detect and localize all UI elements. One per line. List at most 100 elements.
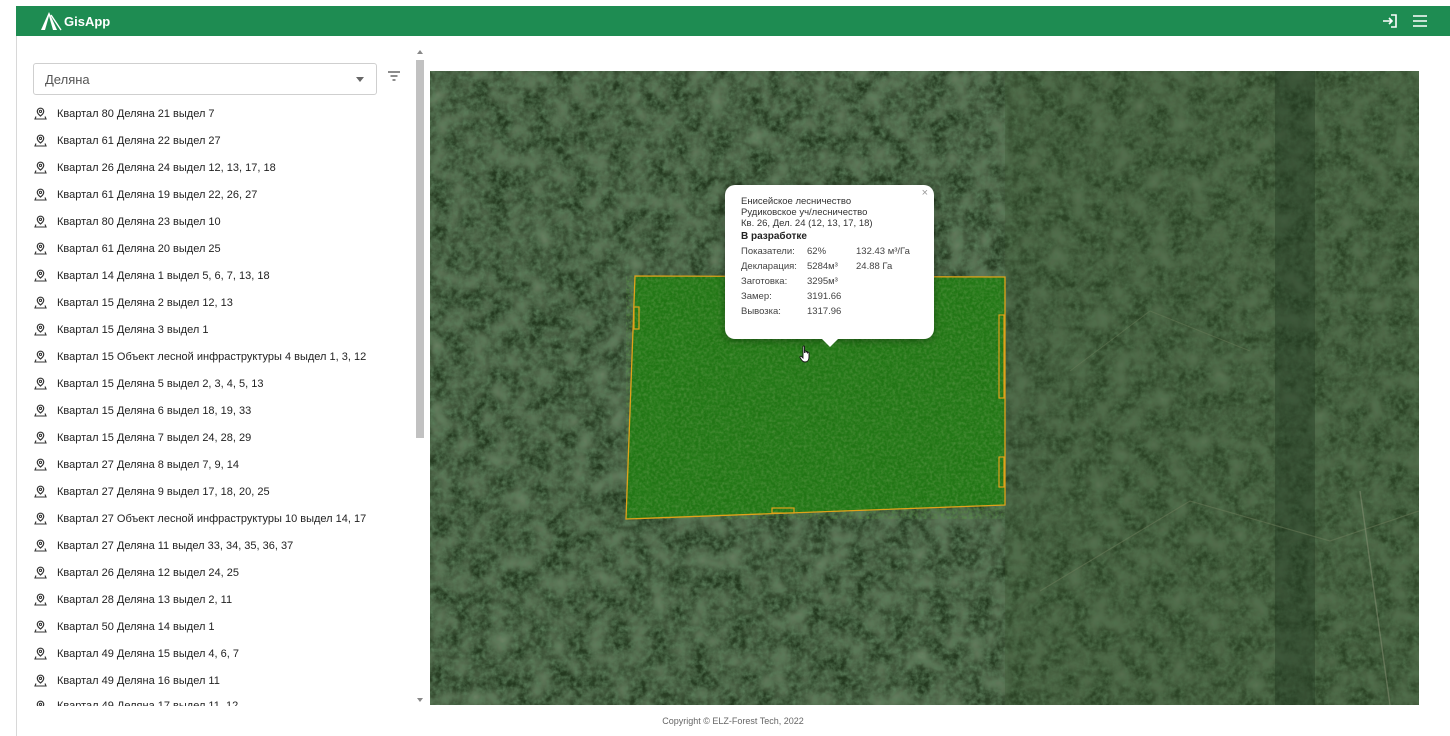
list-item[interactable]: Квартал 15 Объект лесной инфраструктуры … — [32, 343, 412, 370]
menu-icon[interactable] — [1410, 11, 1430, 31]
list-item-label: Квартал 14 Деляна 1 выдел 5, 6, 7, 13, 1… — [57, 269, 270, 282]
list-item-label: Квартал 27 Деляна 9 выдел 17, 18, 20, 25 — [57, 485, 270, 498]
plot-pin-icon — [34, 377, 47, 390]
plot-pin-icon — [34, 458, 47, 471]
plot-pin-icon — [34, 215, 47, 228]
plot-pin-icon — [34, 512, 47, 525]
satellite-imagery — [430, 71, 1419, 705]
list-item[interactable]: Квартал 49 Деляна 17 выдел 11, 12 — [32, 694, 412, 706]
plot-pin-icon — [34, 188, 47, 201]
plot-pin-icon — [34, 161, 47, 174]
list-item-label: Квартал 49 Деляна 16 выдел 11 — [57, 674, 220, 687]
metric-label: Заготовка: — [741, 276, 788, 287]
popup-metrics: Показатели: 62% 132.43 м³/Га Декларация: 528… — [741, 246, 918, 321]
list-item[interactable]: Квартал 61 Деляна 20 выдел 25 — [32, 235, 412, 262]
metric-value: 3191.66 — [807, 291, 842, 302]
plot-pin-icon — [34, 350, 47, 363]
list-item-label: Квартал 27 Объект лесной инфраструктуры … — [57, 512, 367, 525]
plot-pin-icon — [34, 269, 47, 282]
plot-pin-icon — [34, 620, 47, 633]
metric-value: 3295м³ — [807, 276, 838, 287]
plot-pin-icon — [34, 674, 47, 687]
plot-pin-icon — [34, 566, 47, 579]
metric-value — [856, 306, 918, 321]
list-item[interactable]: Квартал 15 Деляна 3 выдел 1 — [32, 316, 412, 343]
list-item[interactable]: Квартал 61 Деляна 22 выдел 27 — [32, 127, 412, 154]
list-item-label: Квартал 80 Деляна 23 выдел 10 — [57, 215, 221, 228]
list-item[interactable]: Квартал 15 Деляна 2 выдел 12, 13 — [32, 289, 412, 316]
list-item-label: Квартал 15 Деляна 6 выдел 18, 19, 33 — [57, 404, 252, 417]
list-item-label: Квартал 15 Деляна 3 выдел 1 — [57, 323, 209, 336]
list-item-label: Квартал 61 Деляна 22 выдел 27 — [57, 134, 221, 147]
list-item-label: Квартал 15 Деляна 7 выдел 24, 28, 29 — [57, 431, 252, 444]
plot-pin-icon — [34, 404, 47, 417]
list-item[interactable]: Квартал 15 Деляна 5 выдел 2, 3, 4, 5, 13 — [32, 370, 412, 397]
plot-type-select[interactable]: Деляна — [33, 63, 377, 95]
popup-plot-ref: Кв. 26, Дел. 24 (12, 13, 17, 18) — [741, 218, 873, 229]
select-value: Деляна — [45, 72, 90, 87]
list-item-label: Квартал 80 Деляна 21 выдел 7 — [57, 107, 215, 120]
list-item[interactable]: Квартал 27 Деляна 11 выдел 33, 34, 35, 3… — [32, 532, 412, 559]
popup-metric-row: Декларация: 5284м³ 24.88 Га — [741, 261, 918, 276]
list-item-label: Квартал 49 Деляна 17 выдел 11, 12 — [57, 700, 239, 706]
list-item[interactable]: Квартал 15 Деляна 6 выдел 18, 19, 33 — [32, 397, 412, 424]
metric-label: Декларация: — [741, 261, 797, 272]
metric-value: 24.88 Га — [856, 261, 893, 272]
list-item[interactable]: Квартал 61 Деляна 19 выдел 22, 26, 27 — [32, 181, 412, 208]
list-item[interactable]: Квартал 14 Деляна 1 выдел 5, 6, 7, 13, 1… — [32, 262, 412, 289]
plot-info-popup: × Енисейское лесничество Рудиковское уч/… — [725, 185, 934, 347]
list-item[interactable]: Квартал 80 Деляна 21 выдел 7 — [32, 100, 412, 127]
list-item-label: Квартал 15 Объект лесной инфраструктуры … — [57, 350, 367, 363]
list-item[interactable]: Квартал 50 Деляна 14 выдел 1 — [32, 613, 412, 640]
scroll-down-icon[interactable] — [417, 698, 423, 702]
metric-value — [856, 291, 918, 306]
plot-pin-icon — [34, 134, 47, 147]
plot-pin-icon — [34, 539, 47, 552]
footer-copyright: Copyright © ELZ-Forest Tech, 2022 — [662, 716, 804, 726]
list-item-label: Квартал 28 Деляна 13 выдел 2, 11 — [57, 593, 233, 606]
list-item[interactable]: Квартал 26 Деляна 12 выдел 24, 25 — [32, 559, 412, 586]
popup-metric-row: Вывозка: 1317.96 — [741, 306, 918, 321]
plot-pin-icon — [34, 107, 47, 120]
list-item[interactable]: Квартал 15 Деляна 7 выдел 24, 28, 29 — [32, 424, 412, 451]
metric-label: Замер: — [741, 291, 772, 302]
list-item[interactable]: Квартал 49 Деляна 15 выдел 4, 6, 7 — [32, 640, 412, 667]
list-item[interactable]: Квартал 27 Объект лесной инфраструктуры … — [32, 505, 412, 532]
list-item-label: Квартал 49 Деляна 15 выдел 4, 6, 7 — [57, 647, 240, 660]
filter-icon[interactable] — [386, 68, 402, 84]
list-item[interactable]: Квартал 27 Деляна 9 выдел 17, 18, 20, 25 — [32, 478, 412, 505]
popup-metric-row: Заготовка: 3295м³ — [741, 276, 918, 291]
popup-pointer — [821, 338, 839, 347]
popup-metric-row: Показатели: 62% 132.43 м³/Га — [741, 246, 918, 261]
app-name: GisApp — [64, 13, 111, 29]
metric-label: Показатели: — [741, 246, 795, 257]
list-item[interactable]: Квартал 26 Деляна 24 выдел 12, 13, 17, 1… — [32, 154, 412, 181]
list-item[interactable]: Квартал 27 Деляна 8 выдел 7, 9, 14 — [32, 451, 412, 478]
chevron-down-icon — [356, 77, 364, 82]
plot-list: Квартал 80 Деляна 21 выдел 7 Квартал 61 Д… — [32, 100, 412, 706]
list-item[interactable]: Квартал 28 Деляна 13 выдел 2, 11 — [32, 586, 412, 613]
sidebar: Деляна Квартал 80 Деляна 21 выдел 7 Кварт… — [16, 48, 426, 706]
list-item[interactable]: Квартал 49 Деляна 16 выдел 11 — [32, 667, 412, 694]
popup-district: Рудиковское уч/лесничество — [741, 207, 868, 218]
login-icon[interactable] — [1380, 11, 1400, 31]
app-logo[interactable]: GisApp — [40, 10, 110, 32]
close-icon[interactable]: × — [922, 188, 928, 199]
metric-value — [856, 276, 918, 291]
metric-value: 132.43 м³/Га — [856, 246, 910, 257]
plot-pin-icon — [34, 647, 47, 660]
metric-label: Вывозка: — [741, 306, 781, 317]
metric-value: 5284м³ — [807, 261, 838, 272]
sidebar-scrollbar[interactable] — [414, 48, 426, 706]
plot-pin-icon — [34, 593, 47, 606]
metric-value: 1317.96 — [807, 306, 842, 317]
list-item-label: Квартал 26 Деляна 24 выдел 12, 13, 17, 1… — [57, 161, 276, 174]
map-view[interactable] — [430, 71, 1419, 705]
plot-pin-icon — [34, 323, 47, 336]
list-item-label: Квартал 15 Деляна 5 выдел 2, 3, 4, 5, 13 — [57, 377, 264, 390]
scrollbar-thumb[interactable] — [416, 60, 424, 438]
plot-pin-icon — [34, 431, 47, 444]
scroll-up-icon[interactable] — [417, 50, 423, 54]
top-bar: GisApp — [16, 6, 1450, 36]
list-item[interactable]: Квартал 80 Деляна 23 выдел 10 — [32, 208, 412, 235]
